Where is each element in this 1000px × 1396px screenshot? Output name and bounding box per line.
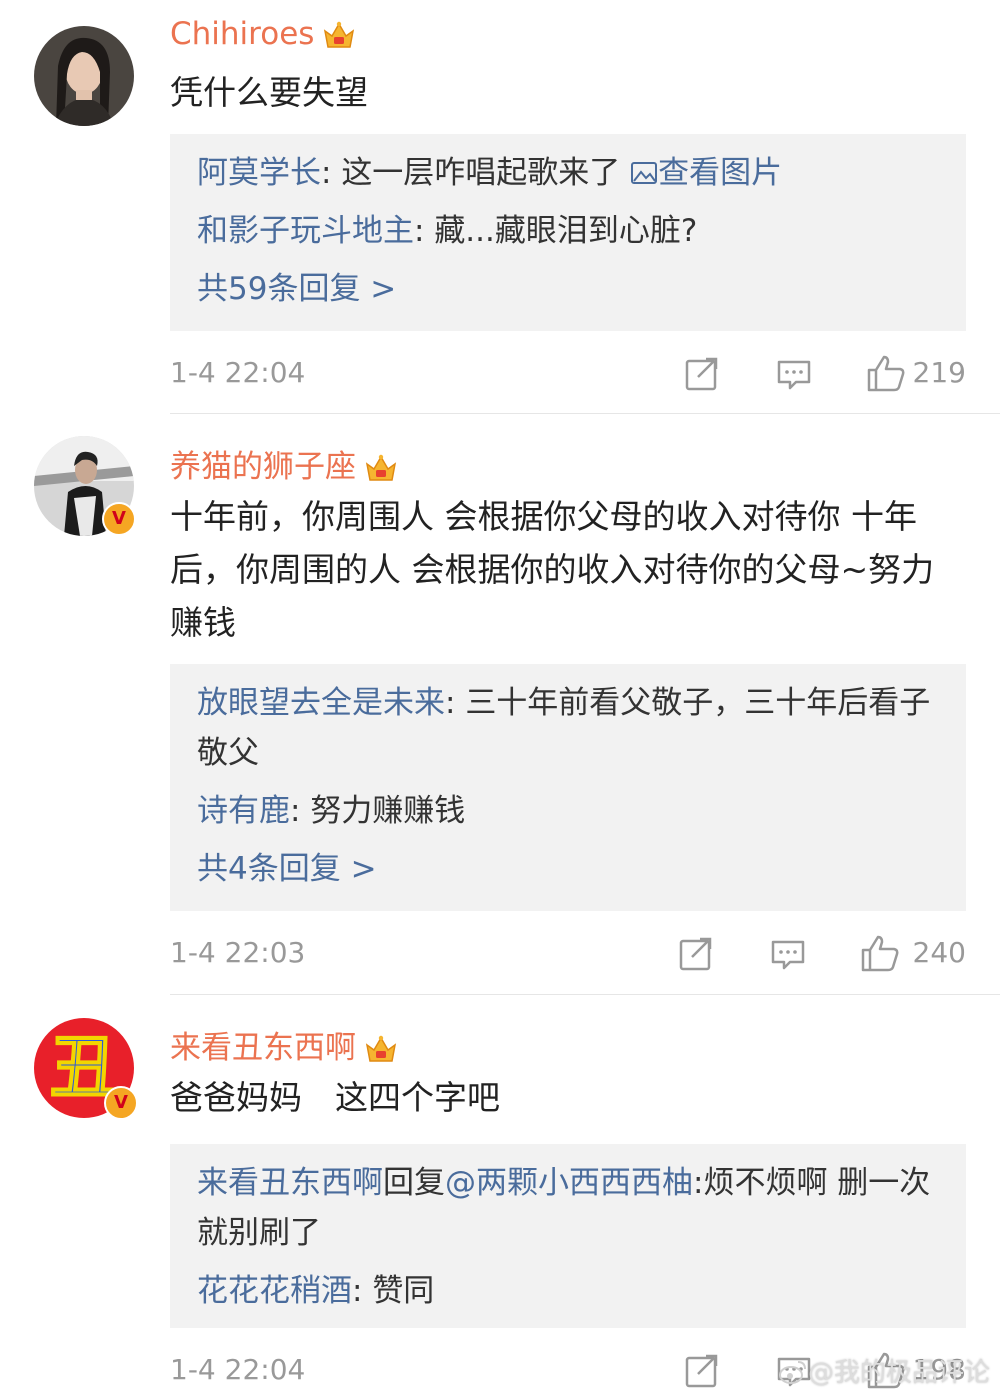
- username[interactable]: Chihiroes: [170, 16, 356, 53]
- reply-item[interactable]: 放眼望去全是未来: 三十年前看父敬子，三十年后看子敬父: [197, 678, 940, 778]
- weibo-logo-icon: [778, 1361, 806, 1384]
- like-count: 240: [912, 936, 966, 969]
- view-image-link[interactable]: 查看图片: [630, 155, 782, 191]
- reply-text: 藏...藏眼泪到心脏?: [434, 213, 698, 249]
- reply-username[interactable]: 花花花稍酒: [197, 1273, 352, 1309]
- reply-username[interactable]: 阿莫学长: [197, 155, 321, 191]
- timestamp: 1-4 22:03: [170, 936, 306, 969]
- timestamp: 1-4 22:04: [170, 1353, 306, 1386]
- username-text[interactable]: 来看丑东西啊: [170, 1030, 356, 1066]
- comment-meta: 1-4 22:04 219: [170, 353, 966, 393]
- more-replies-link[interactable]: 共59条回复 >: [197, 264, 940, 314]
- forward-icon[interactable]: [678, 933, 714, 973]
- like-icon[interactable]: [866, 353, 906, 393]
- like-count: 219: [912, 356, 966, 389]
- timestamp: 1-4 22:04: [170, 356, 306, 389]
- reply-item[interactable]: 和影子玩斗地主: 藏...藏眼泪到心脏?: [197, 206, 940, 256]
- avatar[interactable]: 丑 V: [34, 1018, 138, 1120]
- forward-icon[interactable]: [684, 353, 720, 393]
- reply-username[interactable]: 放眼望去全是未来: [197, 685, 445, 721]
- comment-text: 十年前，你周围人 会根据你父母的收入对待你 十年后，你周围的人 会根据你的收入对…: [170, 497, 935, 642]
- reply-username[interactable]: 来看丑东西啊: [197, 1165, 383, 1201]
- image-icon: [631, 162, 658, 184]
- vip-crown-icon: [365, 1035, 397, 1062]
- watermark: @我的极品评论: [778, 1352, 990, 1389]
- like-icon[interactable]: [860, 933, 900, 973]
- reply-preview[interactable]: 来看丑东西啊回复@两颗小西西西柚:烦不烦啊 删一次就别刷了 花花花稍酒: 赞同: [170, 1144, 966, 1328]
- vip-crown-icon: [365, 454, 397, 481]
- reply-item[interactable]: 花花花稍酒: 赞同: [197, 1266, 940, 1316]
- reply-text: 努力赚赚钱: [310, 793, 466, 829]
- username[interactable]: 来看丑东西啊: [170, 1022, 398, 1067]
- forward-icon[interactable]: [684, 1350, 720, 1390]
- reply-username[interactable]: 诗有鹿: [197, 793, 290, 829]
- username-text[interactable]: 养猫的狮子座: [170, 449, 356, 485]
- reply-verb: 回复: [383, 1165, 445, 1201]
- reply-mention[interactable]: @两颗小西西西柚: [445, 1165, 693, 1201]
- username-text[interactable]: Chihiroes: [170, 16, 314, 52]
- more-replies-link[interactable]: 共4条回复 >: [197, 844, 940, 894]
- comment-icon[interactable]: [770, 933, 806, 973]
- avatar[interactable]: [34, 26, 134, 126]
- vip-crown-icon: [324, 21, 355, 48]
- divider: [170, 413, 1000, 414]
- username[interactable]: 养猫的狮子座: [170, 441, 398, 486]
- comment-meta: 1-4 22:03 240: [170, 933, 966, 973]
- comment-text: 凭什么要失望: [170, 73, 368, 112]
- reply-text: 赞同: [372, 1273, 435, 1309]
- divider: [170, 994, 1000, 995]
- reply-item[interactable]: 诗有鹿: 努力赚赚钱: [197, 786, 940, 836]
- reply-item[interactable]: 阿莫学长: 这一层咋唱起歌来了 查看图片: [197, 148, 940, 198]
- reply-text: 这一层咋唱起歌来了: [341, 155, 621, 191]
- reply-preview[interactable]: 放眼望去全是未来: 三十年前看父敬子，三十年后看子敬父 诗有鹿: 努力赚赚钱 共…: [170, 664, 966, 911]
- reply-preview[interactable]: 阿莫学长: 这一层咋唱起歌来了 查看图片 和影子玩斗地主: 藏...藏眼泪到心脏…: [170, 134, 966, 331]
- reply-item[interactable]: 来看丑东西啊回复@两颗小西西西柚:烦不烦啊 删一次就别刷了: [197, 1158, 940, 1258]
- reply-username[interactable]: 和影子玩斗地主: [197, 213, 414, 249]
- verified-badge-icon: V: [104, 1086, 138, 1120]
- verified-badge-icon: V: [102, 502, 136, 536]
- comment-icon[interactable]: [776, 353, 812, 393]
- comment-text: 爸爸妈妈 这四个字吧: [170, 1078, 500, 1117]
- avatar[interactable]: V: [34, 436, 136, 536]
